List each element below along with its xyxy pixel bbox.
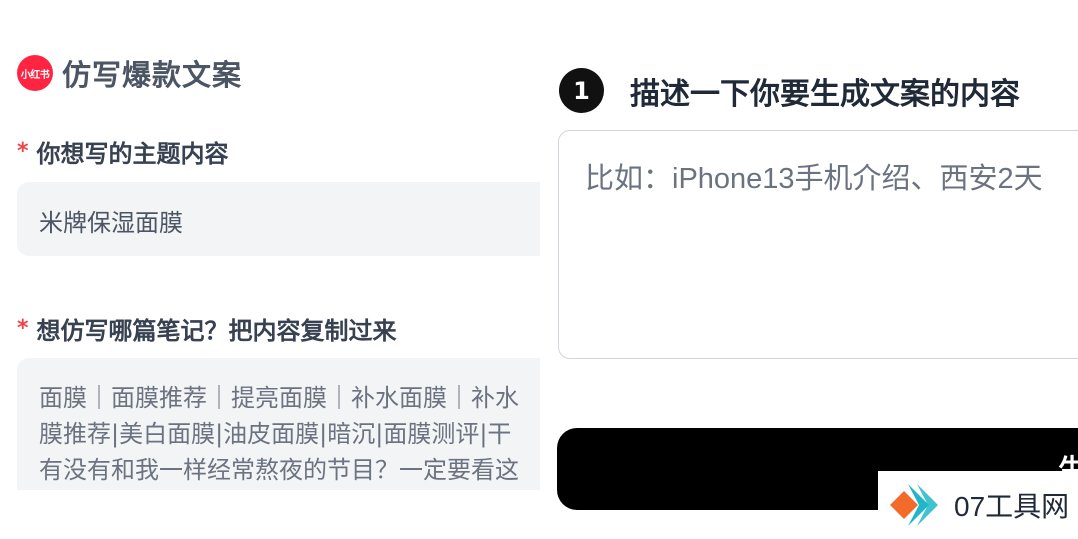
topic-label-text: 你想写的主题内容 (36, 140, 229, 168)
watermark: 07工具网 (878, 471, 1078, 539)
watermark-text: 07工具网 (954, 491, 1070, 522)
step-title: 描述一下你要生成文案的内容 (630, 76, 1020, 112)
required-mark: * (17, 316, 29, 341)
imitate-text-line: 膜推荐|美白面膜|油皮面膜|暗沉|面膜测评|干 (39, 420, 512, 448)
topic-label: * 你想写的主题内容 (17, 134, 229, 169)
topic-input[interactable]: 米牌保湿面膜 (17, 182, 540, 256)
imitate-text-line: 有没有和我一样经常熬夜的节目？一定要看这 (39, 456, 519, 484)
generator-panel: 1 描述一下你要生成文案的内容 比如：iPhone13手机介绍、西安2天 生 (540, 0, 1078, 539)
diamond-logo-icon (886, 474, 948, 536)
step-header: 1 描述一下你要生成文案的内容 (559, 68, 1020, 113)
description-textarea[interactable]: 比如：iPhone13手机介绍、西安2天 (558, 130, 1078, 359)
app-header: 小红书 仿写爆款文案 (17, 52, 242, 94)
step-number-badge: 1 (559, 68, 604, 113)
imitate-textarea[interactable]: 面膜｜面膜推荐｜提亮面膜｜补水面膜｜补水 膜推荐|美白面膜|油皮面膜|暗沉|面膜… (17, 358, 540, 490)
xiaohongshu-logo: 小红书 (17, 55, 53, 91)
imitate-panel: 小红书 仿写爆款文案 * 你想写的主题内容 米牌保湿面膜 * 想仿写哪篇笔记？把… (0, 0, 540, 539)
imitate-label: * 想仿写哪篇笔记？把内容复制过来 (17, 311, 397, 346)
required-mark: * (17, 139, 29, 164)
imitate-text-line: 面膜｜面膜推荐｜提亮面膜｜补水面膜｜补水 (39, 384, 519, 412)
page-title: 仿写爆款文案 (62, 58, 243, 92)
imitate-label-text: 想仿写哪篇笔记？把内容复制过来 (36, 317, 397, 345)
